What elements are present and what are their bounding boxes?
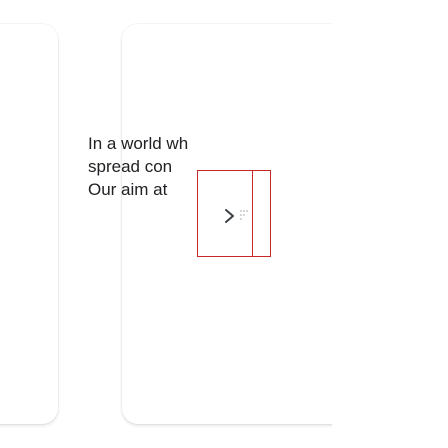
card-text-line-1: In a world wh: [88, 134, 189, 153]
carousel-viewport-edge: [332, 0, 448, 448]
carousel-card-previous[interactable]: [0, 24, 58, 424]
carousel: In a world wh spread con Our aim at: [0, 0, 448, 448]
dotted-indicator-icon: [240, 210, 248, 220]
next-button-divider: [252, 170, 253, 257]
chevron-right-icon[interactable]: [222, 208, 238, 224]
